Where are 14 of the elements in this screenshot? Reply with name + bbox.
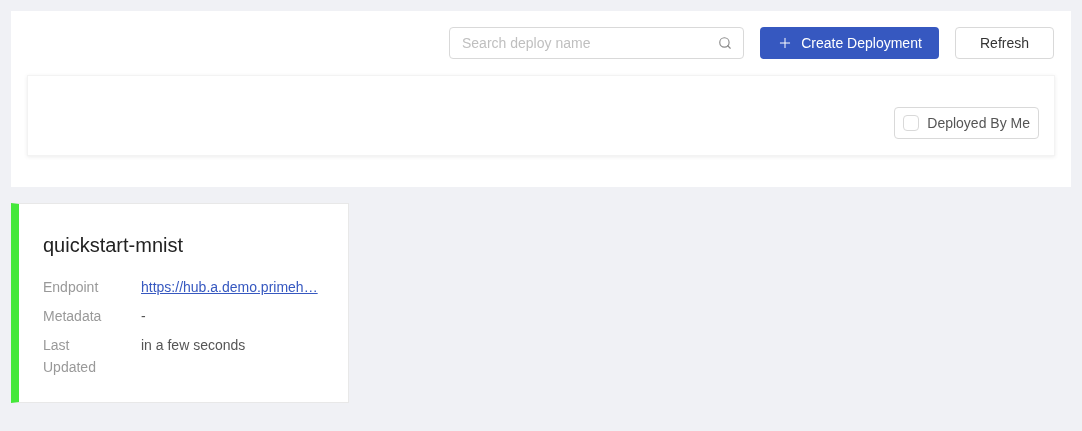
search-field[interactable]: Search deploy name xyxy=(449,27,744,59)
deployment-card[interactable]: quickstart-mnist Endpoint https://hub.a.demo.primeh… Metadata - Last Updated in a few seconds xyxy=(11,203,349,403)
deployed-by-me-checkbox[interactable]: Deployed By Me xyxy=(894,107,1039,139)
field-value: in a few seconds xyxy=(141,336,246,355)
create-deployment-button[interactable]: Create Deployment xyxy=(760,27,939,59)
field-label: Endpoint xyxy=(43,278,100,297)
checkbox-icon xyxy=(903,115,920,131)
field-label: Metadata xyxy=(43,307,103,326)
search-icon xyxy=(718,36,732,50)
refresh-button[interactable]: Refresh xyxy=(955,27,1054,59)
deployment-title: quickstart-mnist xyxy=(43,233,185,258)
field-label: Last Updated xyxy=(43,336,97,377)
field-value: - xyxy=(141,307,146,326)
endpoint-link[interactable]: https://hub.a.demo.primeh… xyxy=(141,276,318,298)
